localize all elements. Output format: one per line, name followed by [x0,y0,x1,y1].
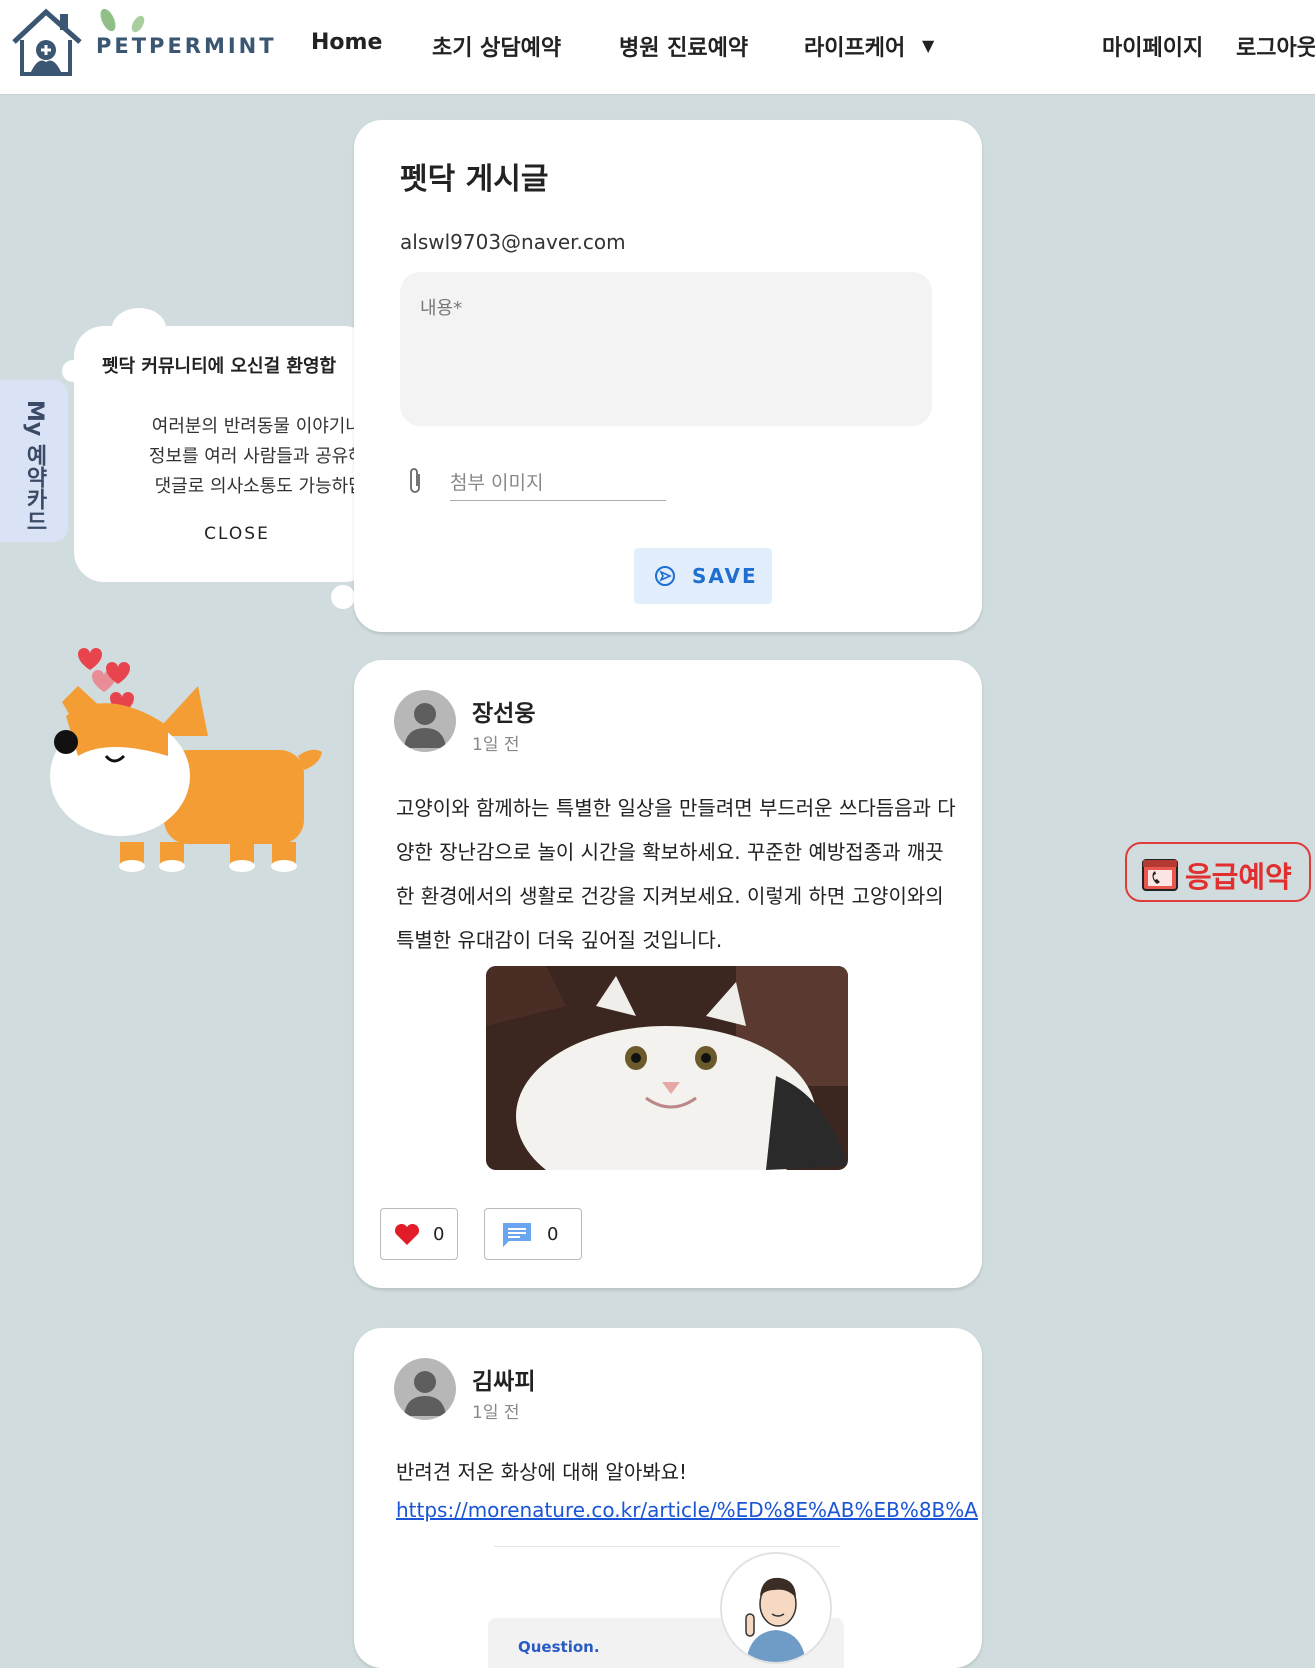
like-count: 0 [433,1224,445,1245]
question-label: Question. [518,1638,600,1656]
welcome-speech-bubble: 펫닥 커뮤니티에 오신걸 환영합 여러분의 반려동물 이야기나 유 정보를 여러… [74,326,387,582]
like-button[interactable]: 0 [380,1208,458,1260]
logo-text: PETPERMINT [96,34,277,58]
input-underline [450,500,666,501]
house-logo-icon [12,8,82,76]
heart-icon [394,1224,420,1245]
close-button[interactable]: CLOSE [74,524,400,544]
phone-calendar-icon [1142,859,1178,891]
post-body: 고양이와 함께하는 특별한 일상을 만들려면 부드러운 쓰다듬음과 다양한 장난… [396,796,956,952]
comment-button[interactable]: 0 [484,1208,582,1260]
avatar [394,690,456,752]
post-timestamp: 1일 전 [472,1403,520,1423]
nav-lifecare[interactable]: 라이프케어 [804,30,905,62]
save-button[interactable]: SAVE [634,548,772,604]
corgi-mascot-illustration [50,648,322,872]
post-card: 김싸피 1일 전 반려견 저온 화상에 대해 알아봐요! https://mor… [354,1328,982,1668]
my-reservation-card-tab[interactable]: My 예약카드 [0,380,68,542]
doctor-icon [722,1554,830,1662]
paperclip-icon[interactable] [404,466,426,496]
divider [494,1546,840,1547]
emergency-reservation-button[interactable]: 응급예약 [1125,842,1311,902]
welcome-title: 펫닥 커뮤니티에 오신걸 환영합 [102,356,337,377]
avatar [394,1358,456,1420]
compose-title: 펫닥 게시글 [400,162,549,197]
side-tab-label: My 예약카드 [22,400,47,532]
nav-initial-consultation[interactable]: 초기 상담예약 [432,30,561,62]
post-timestamp: 1일 전 [472,735,520,755]
save-label: SAVE [692,564,758,588]
comment-count: 0 [547,1224,559,1245]
user-avatar-icon [404,1371,446,1416]
top-navigation-bar: PETPERMINT Home 초기 상담예약 병원 진료예약 라이프케어 ▼ … [0,0,1315,95]
content-placeholder: 내용* [420,298,463,319]
compose-post-card: 펫닥 게시글 alswl9703@naver.com 내용* 첨부 이미지 SA… [354,120,982,632]
bubble-decoration [332,586,354,608]
send-icon [655,566,675,586]
comment-icon [503,1223,531,1247]
post-card: 장선웅 1일 전 고양이와 함께하는 특별한 일상을 만들려면 부드러운 쓰다듬… [354,660,982,1288]
attach-image-input[interactable]: 첨부 이미지 [450,468,543,495]
nav-logout[interactable]: 로그아웃 [1236,30,1315,62]
leaf-decoration-icon [100,8,145,33]
nav-mypage[interactable]: 마이페이지 [1102,30,1203,62]
post-author: 김싸피 [472,1369,536,1395]
post-author: 장선웅 [472,701,536,727]
user-email: alswl9703@naver.com [400,230,626,254]
content-textarea[interactable]: 내용* [400,272,932,426]
post-image [486,966,848,1170]
nav-home[interactable]: Home [311,30,382,55]
emergency-label: 응급예약 [1185,860,1292,894]
post-body: 반려견 저온 화상에 대해 알아봐요! [396,1460,688,1484]
article-link[interactable]: https://morenature.co.kr/article/%ED%8E%… [396,1498,978,1522]
petpermint-logo[interactable]: PETPERMINT [8,6,274,86]
cat-photo-illustration [486,966,848,1170]
chevron-down-icon[interactable]: ▼ [922,36,934,55]
user-avatar-icon [404,703,446,748]
vet-avatar-illustration [720,1552,832,1664]
nav-hospital-reservation[interactable]: 병원 진료예약 [619,30,748,62]
